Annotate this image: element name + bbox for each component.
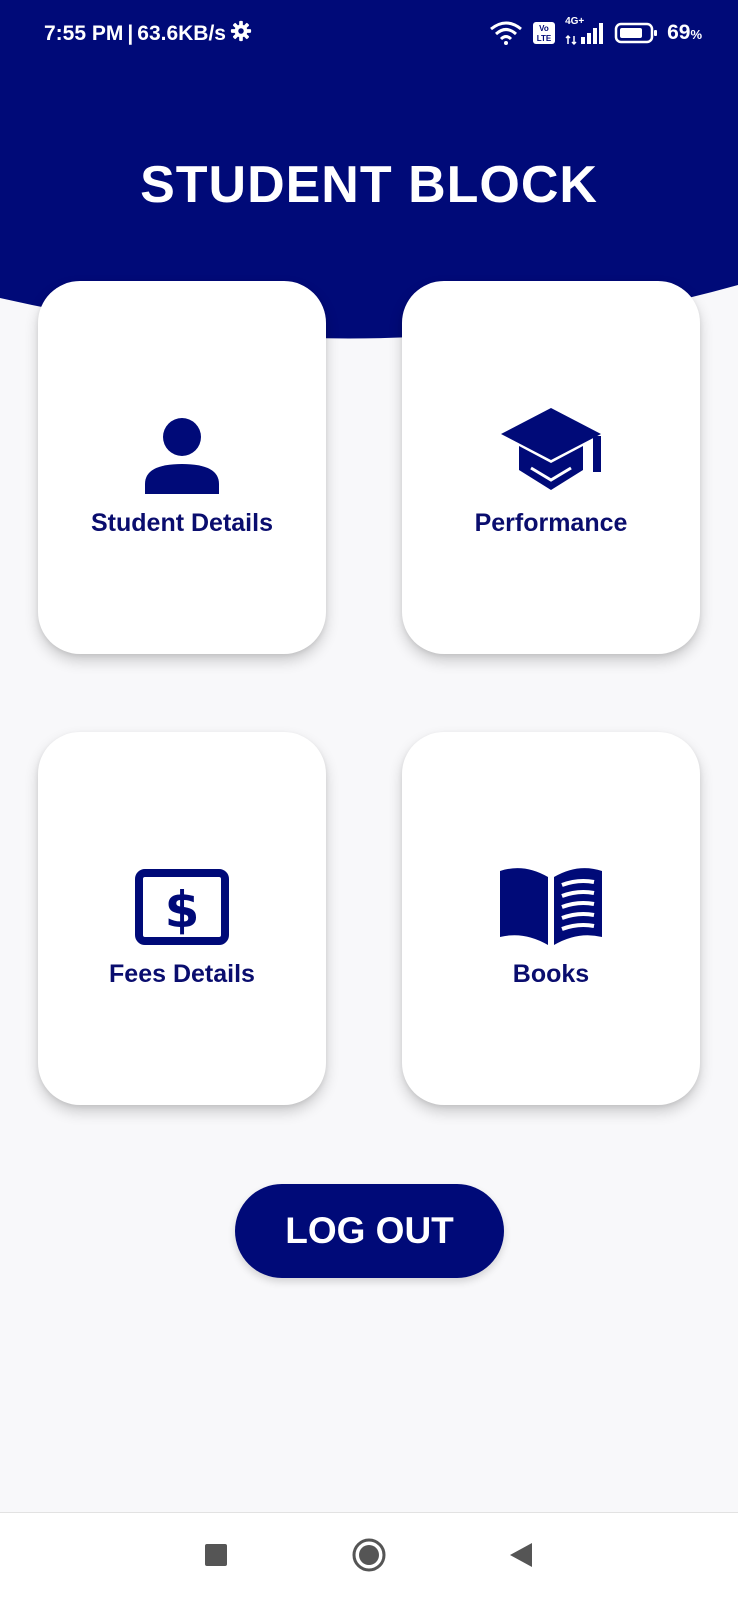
wifi-icon bbox=[489, 21, 523, 45]
dollar-bill-icon: $ bbox=[38, 857, 326, 945]
fees-details-label: Fees Details bbox=[109, 960, 255, 988]
dollar-symbol: $ bbox=[165, 881, 200, 939]
battery-unit: % bbox=[690, 27, 702, 42]
performance-label: Performance bbox=[474, 509, 628, 537]
open-book-icon bbox=[402, 857, 700, 945]
volte-text-bottom: LTE bbox=[537, 34, 552, 43]
fees-details-card[interactable]: $ Fees Details bbox=[38, 732, 326, 1105]
status-bar: 7:55 PM | 63.6KB/s Vo LTE 4G+ 69% bbox=[0, 0, 738, 70]
network-speed: 63.6KB/s bbox=[137, 22, 226, 45]
logout-button[interactable]: LOG OUT bbox=[235, 1184, 504, 1278]
square-icon bbox=[204, 1543, 228, 1572]
clock: 7:55 PM bbox=[44, 22, 124, 45]
status-separator: | bbox=[127, 22, 134, 45]
battery-value: 69 bbox=[667, 21, 691, 44]
triangle-back-icon bbox=[508, 1541, 534, 1574]
page-title: STUDENT BLOCK bbox=[140, 156, 598, 214]
battery-percentage: 69% bbox=[667, 21, 702, 45]
status-right: Vo LTE 4G+ 69% bbox=[489, 16, 702, 46]
navigation-bar bbox=[0, 1512, 738, 1601]
signal-icon: 4G+ bbox=[565, 16, 605, 46]
volte-text-top: Vo bbox=[539, 24, 549, 33]
person-icon bbox=[38, 406, 326, 494]
circle-icon bbox=[351, 1537, 387, 1578]
student-details-card[interactable]: Student Details bbox=[38, 281, 326, 654]
home-button[interactable] bbox=[334, 1513, 404, 1601]
performance-card[interactable]: Performance bbox=[402, 281, 700, 654]
student-details-label: Student Details bbox=[91, 509, 273, 537]
recent-apps-button[interactable] bbox=[181, 1513, 251, 1601]
battery-icon bbox=[614, 21, 658, 45]
books-label: Books bbox=[512, 960, 590, 988]
books-card[interactable]: Books bbox=[402, 732, 700, 1105]
volte-icon: Vo LTE bbox=[532, 21, 556, 45]
graduation-cap-icon bbox=[402, 406, 700, 494]
gear-icon bbox=[230, 20, 252, 48]
back-button[interactable] bbox=[486, 1513, 556, 1601]
status-left: 7:55 PM | 63.6KB/s bbox=[44, 20, 252, 48]
